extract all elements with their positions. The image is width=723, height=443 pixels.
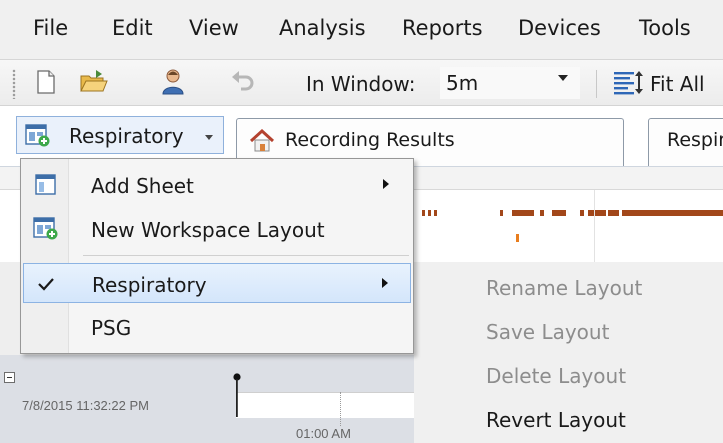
menu-bar: File Edit View Analysis Reports Devices … [0,0,723,60]
menu-item-label: Add Sheet [91,174,194,198]
fit-all-icon[interactable] [612,67,646,97]
in-window-label: In Window: [306,72,416,96]
in-window-select[interactable]: 5m [440,67,580,99]
workspace-layout-selector[interactable]: Respiratory [16,116,224,154]
layout-submenu: Rename Layout Save Layout Delete Layout … [414,262,723,443]
timeline-tick [340,392,341,426]
event-strip [412,190,723,262]
menu-item-label: Respiratory [92,273,207,297]
menu-analysis[interactable]: Analysis [279,16,366,40]
toolbar-grip[interactable] [12,69,16,99]
tab-strip: Respiratory Recording Results Respir [0,106,723,166]
menu-edit[interactable]: Edit [112,16,153,40]
menu-item-psg[interactable]: PSG [23,307,411,347]
chevron-right-icon [382,278,388,288]
menu-reports[interactable]: Reports [402,16,483,40]
menu-file[interactable]: File [33,16,68,40]
undo-icon[interactable] [228,67,258,97]
timeline-start-datetime: 7/8/2015 11:32:22 PM [22,398,149,413]
open-folder-icon[interactable] [78,67,108,97]
menu-devices[interactable]: Devices [518,16,601,40]
time-marker-pin-icon[interactable] [230,372,244,418]
toolbar-separator [596,70,597,98]
menu-separator [83,255,409,256]
collapse-icon[interactable] [4,372,15,383]
layout-dropdown-menu: Add Sheet New Workspace Layout Respirato… [20,158,414,354]
new-document-icon[interactable] [30,67,60,97]
menu-item-label: PSG [91,316,132,340]
tab-label: Respir [667,129,723,151]
menu-item-new-workspace-layout[interactable]: New Workspace Layout [23,209,411,249]
checkmark-icon [38,278,54,291]
chevron-down-icon[interactable] [558,75,568,81]
delete-layout-item: Delete Layout [486,364,627,388]
timeline-track[interactable] [236,392,426,418]
menu-item-label: New Workspace Layout [91,218,325,242]
sheet-icon [35,174,56,195]
menu-view[interactable]: View [189,16,239,40]
chevron-right-icon [383,179,389,189]
revert-layout-item[interactable]: Revert Layout [486,408,626,432]
menu-item-respiratory[interactable]: Respiratory [23,263,411,303]
in-window-value: 5m [446,71,479,95]
chevron-down-icon [205,135,213,140]
timeline-tick-label: 01:00 AM [296,426,351,441]
workspace-layout-icon [25,124,50,147]
workspace-layout-label: Respiratory [69,124,184,148]
new-layout-icon [33,217,58,240]
tab-respiratory[interactable]: Respir [648,118,723,166]
menu-tools[interactable]: Tools [639,16,691,40]
tab-label: Recording Results [285,129,455,151]
rename-layout-item: Rename Layout [486,276,643,300]
save-layout-item: Save Layout [486,320,610,344]
toolbar: In Window: 5m Fit All [0,60,723,106]
menu-item-add-sheet[interactable]: Add Sheet [23,165,411,205]
home-icon [249,129,275,152]
fit-all-label[interactable]: Fit All [650,72,705,96]
user-icon[interactable] [158,67,188,97]
